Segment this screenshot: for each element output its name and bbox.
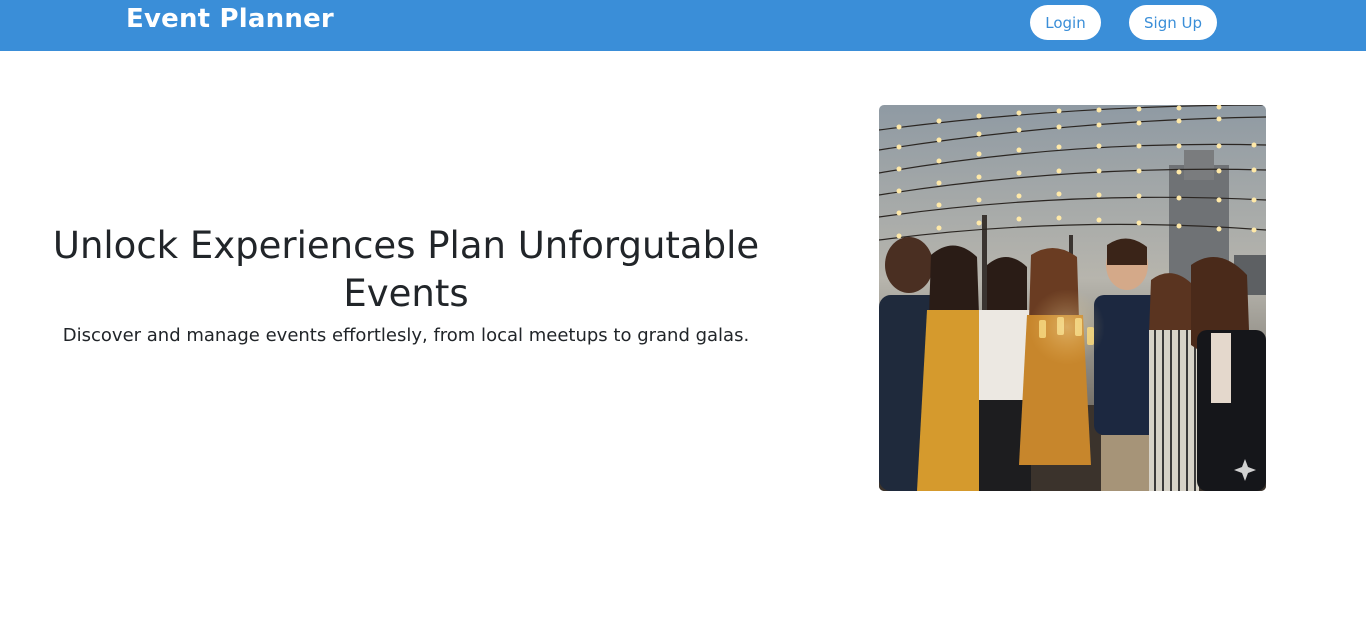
signup-button[interactable]: Sign Up [1129,5,1217,40]
login-button[interactable]: Login [1030,5,1101,40]
party-photo-icon [879,105,1266,491]
hero-image [879,105,1266,491]
navbar: Event Planner Login Sign Up [0,0,1366,51]
hero-section: Unlock Experiences Plan Unforgutable Eve… [40,222,772,350]
hero-subtitle: Discover and manage events effortlesly, … [62,325,750,346]
hero-title: Unlock Experiences Plan Unforgutable Eve… [52,224,760,315]
brand-logo[interactable]: Event Planner [126,4,334,34]
